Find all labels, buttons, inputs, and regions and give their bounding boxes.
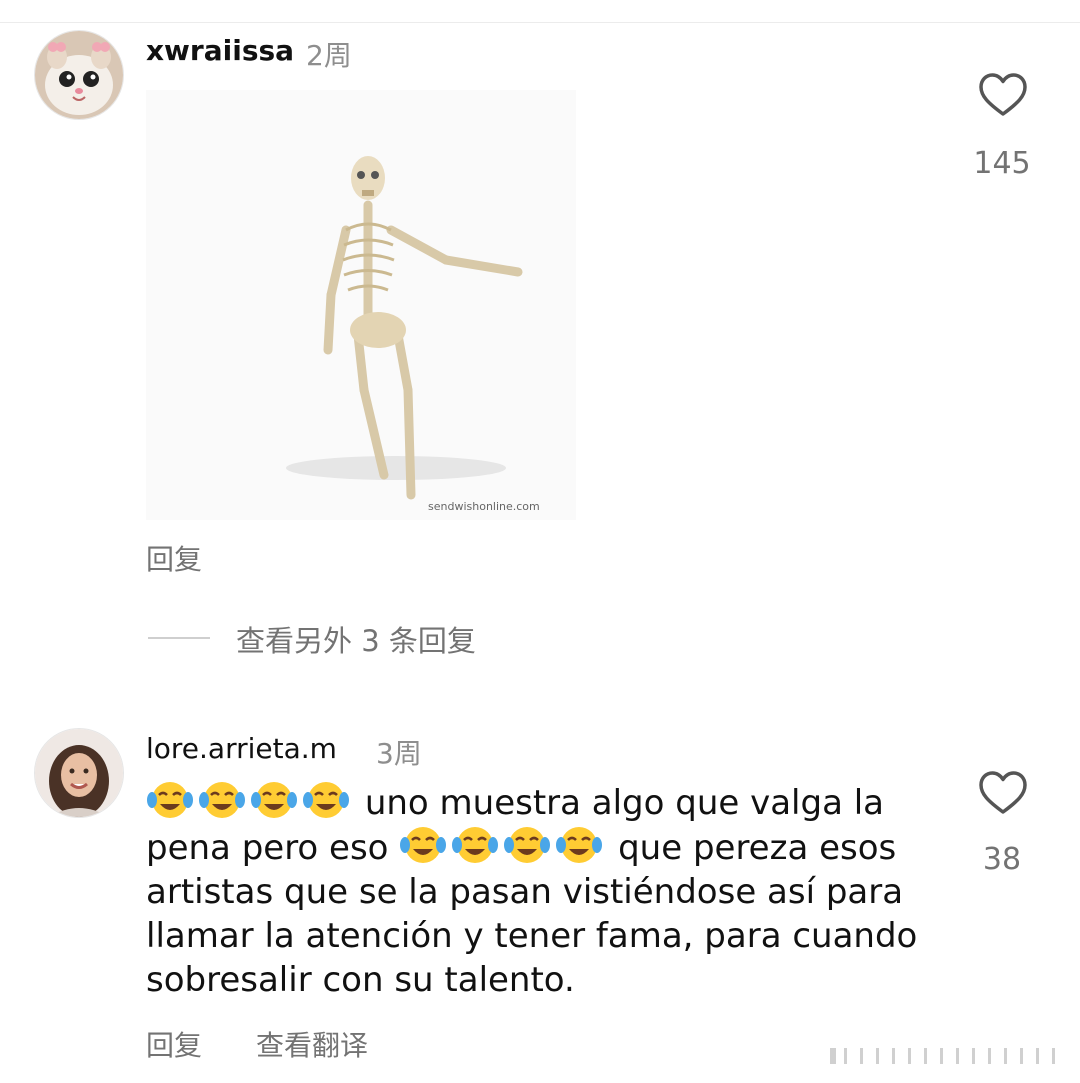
gif-watermark: sendwishonline.com: [428, 500, 540, 513]
see-translation-button[interactable]: 查看翻译: [256, 1024, 368, 1064]
face-with-tears-of-joy-emoji: [302, 780, 350, 820]
face-with-tears-of-joy-emoji: [503, 825, 551, 865]
face-with-tears-of-joy-emoji: [146, 780, 194, 820]
comment-body: uno muestra algo que valga la pena pero …: [146, 780, 936, 1002]
avatar-woman[interactable]: [34, 728, 124, 818]
like-count: 38: [982, 842, 1022, 877]
comment-username[interactable]: lore.arrieta.m: [146, 732, 337, 765]
comment-time: 2周: [306, 39, 352, 72]
comment-time: 3周: [376, 737, 422, 770]
comment-gif-skeleton[interactable]: sendwishonline.com: [146, 90, 576, 520]
view-more-replies-button[interactable]: 查看另外 3 条回复: [236, 618, 476, 660]
replies-divider: [148, 637, 210, 639]
top-divider: [0, 0, 1080, 23]
reply-button[interactable]: 回复: [146, 538, 202, 578]
face-with-tears-of-joy-emoji: [451, 825, 499, 865]
like-count: 145: [973, 146, 1031, 181]
face-with-tears-of-joy-emoji: [555, 825, 603, 865]
face-with-tears-of-joy-emoji: [250, 780, 298, 820]
heart-outline-icon[interactable]: [978, 770, 1028, 816]
reply-button[interactable]: 回复: [146, 1024, 202, 1064]
watermark-bars: [830, 1046, 1070, 1066]
face-with-tears-of-joy-emoji: [198, 780, 246, 820]
avatar-cat[interactable]: [34, 30, 124, 120]
heart-outline-icon[interactable]: [978, 72, 1028, 118]
face-with-tears-of-joy-emoji: [399, 825, 447, 865]
comment-username[interactable]: xwraiissa: [146, 34, 294, 67]
